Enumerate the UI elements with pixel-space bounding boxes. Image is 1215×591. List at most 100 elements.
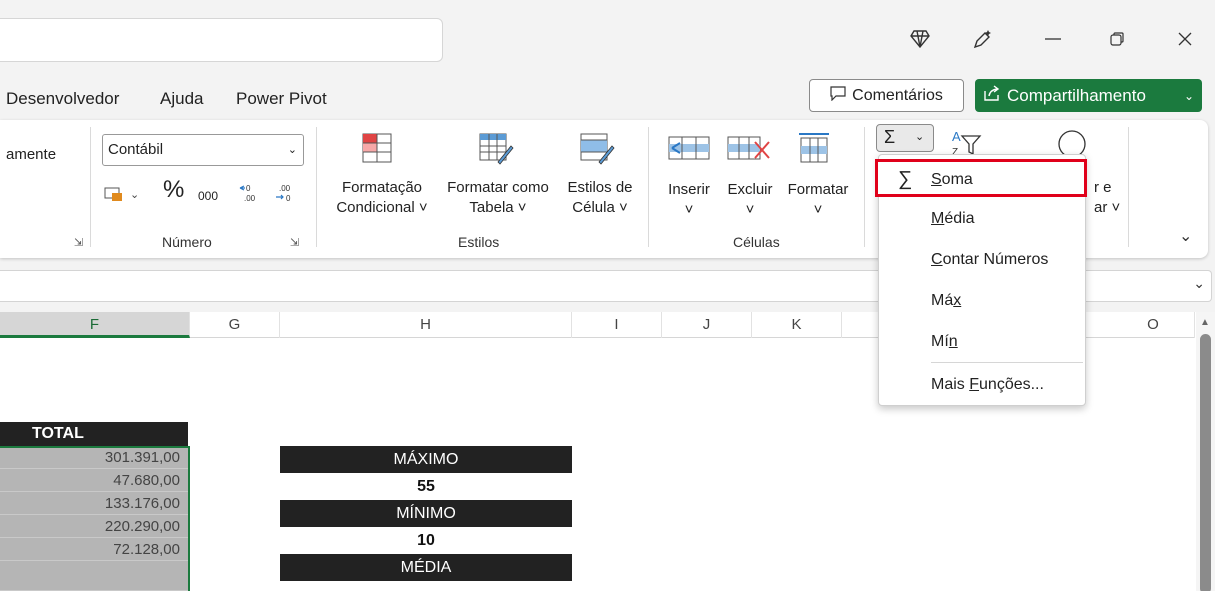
svg-text:0: 0 xyxy=(246,184,251,193)
ribbon-cut-label: amente xyxy=(6,146,57,163)
svg-text:A: A xyxy=(952,129,961,144)
format-button[interactable]: Formatar ˅ xyxy=(782,180,854,220)
min-label[interactable]: MÍNIMO xyxy=(280,500,572,527)
min-menu-label: Mín xyxy=(931,333,958,350)
thousands-button[interactable]: 000 xyxy=(198,186,218,206)
delete-cells-icon xyxy=(727,136,771,165)
total-header[interactable]: TOTAL xyxy=(0,422,188,446)
chevron-down-icon[interactable]: ⌄ xyxy=(1193,275,1205,292)
max-menu-label: Máx xyxy=(931,292,962,309)
format-table-line2: Tabela xyxy=(469,199,514,216)
collapse-ribbon-icon[interactable]: ⌄ xyxy=(1179,226,1192,246)
decrease-decimal-icon[interactable]: .00 0 xyxy=(274,182,296,207)
launcher-icon[interactable]: ⇲ xyxy=(74,236,83,249)
scroll-up-icon[interactable]: ▲ xyxy=(1200,317,1210,328)
autosum-button[interactable]: Σ ⌄ xyxy=(876,124,934,152)
delete-label: Excluir xyxy=(727,181,773,198)
restore-icon[interactable] xyxy=(1102,24,1132,54)
delete-button[interactable]: Excluir ˅ xyxy=(722,180,778,220)
insert-label: Inserir xyxy=(668,181,710,198)
cell-styles-button[interactable]: Estilos de Célula ˅ xyxy=(560,178,640,218)
menu-item-soma[interactable]: ∑ Soma xyxy=(875,159,1087,197)
share-label: Compartilhamento xyxy=(1007,85,1146,105)
group-separator xyxy=(648,127,649,247)
media-label: Média xyxy=(931,210,975,227)
cond-format-line1: Formatação xyxy=(341,179,423,196)
comment-icon xyxy=(830,85,846,106)
number-format-value: Contábil xyxy=(108,141,164,158)
menu-item-mais-funcoes[interactable]: Mais Funções... xyxy=(879,367,1085,403)
column-header-k[interactable]: K xyxy=(752,312,842,338)
group-label-celulas: Células xyxy=(733,234,780,250)
group-separator xyxy=(90,127,91,247)
cell-styles-line1: Estilos de xyxy=(567,179,633,196)
column-header-g[interactable]: G xyxy=(190,312,280,338)
column-header-i[interactable]: I xyxy=(572,312,662,338)
min-value[interactable]: 10 xyxy=(280,527,572,554)
group-label-numero: Número xyxy=(162,234,212,250)
group-separator xyxy=(864,127,865,247)
column-header-j[interactable]: J xyxy=(662,312,752,338)
title-bar xyxy=(0,0,1215,76)
launcher-icon[interactable]: ⇲ xyxy=(290,236,299,249)
sigma-icon: ∑ xyxy=(898,168,913,190)
group-label-estilos: Estilos xyxy=(458,234,500,250)
format-cells-icon xyxy=(797,132,831,167)
menu-item-max[interactable]: Máx xyxy=(879,283,1085,319)
menu-separator xyxy=(931,362,1083,363)
menu-item-contar-numeros[interactable]: Contar Números xyxy=(879,242,1085,278)
percent-button[interactable]: % xyxy=(163,178,184,202)
conditional-format-button[interactable]: Formatação Condicional ˅ xyxy=(326,178,438,218)
chevron-down-icon: ⌄ xyxy=(915,131,925,143)
share-button[interactable]: Compartilhamento ⌄ xyxy=(975,79,1202,112)
max-label[interactable]: MÁXIMO xyxy=(280,446,572,473)
format-label: Formatar xyxy=(787,181,849,198)
svg-text:.00: .00 xyxy=(279,184,291,193)
accounting-format-icon[interactable]: ⌄ xyxy=(104,185,142,206)
minimize-icon[interactable] xyxy=(1038,24,1068,54)
column-header-f[interactable]: F xyxy=(0,312,190,338)
comments-label: Comentários xyxy=(852,86,943,104)
share-icon xyxy=(983,85,1001,106)
format-table-line1: Formatar como xyxy=(447,179,549,196)
conditional-format-icon xyxy=(361,132,393,167)
cell-styles-line2: Célula xyxy=(572,199,615,216)
pen-sparkle-icon[interactable] xyxy=(968,24,998,54)
cond-format-line2: Condicional xyxy=(336,199,415,216)
comments-button[interactable]: Comentários xyxy=(809,79,964,112)
column-header-h[interactable]: H xyxy=(280,312,572,338)
chevron-down-icon: ⌄ xyxy=(287,144,297,156)
selection-border xyxy=(0,446,190,591)
cell-styles-icon xyxy=(579,132,615,169)
format-as-table-button[interactable]: Formatar como Tabela ˅ xyxy=(438,178,558,218)
stats-block: MÁXIMO 55 MÍNIMO 10 MÉDIA xyxy=(280,446,572,581)
svg-text:0: 0 xyxy=(286,194,291,203)
vertical-scrollbar[interactable]: ▲ xyxy=(1196,312,1215,591)
menu-desenvolvedor[interactable]: Desenvolvedor xyxy=(6,89,119,109)
sort-partial-2-text: ar xyxy=(1094,199,1108,216)
autosum-dropdown: ∑ Soma Média Contar Números Máx Mín Mais… xyxy=(875,154,1087,406)
menu-power-pivot[interactable]: Power Pivot xyxy=(236,89,327,109)
search-box[interactable] xyxy=(0,18,443,62)
scrollbar-thumb[interactable] xyxy=(1200,334,1211,591)
sigma-icon: Σ xyxy=(884,127,896,147)
format-as-table-icon xyxy=(478,132,514,169)
avg-label[interactable]: MÉDIA xyxy=(280,554,572,581)
diamond-icon[interactable] xyxy=(905,24,935,54)
group-separator xyxy=(316,127,317,247)
chevron-down-icon[interactable]: ⌄ xyxy=(1184,89,1194,103)
max-value[interactable]: 55 xyxy=(280,473,572,500)
menu-ajuda[interactable]: Ajuda xyxy=(160,89,203,109)
close-icon[interactable] xyxy=(1170,24,1200,54)
insert-button[interactable]: Inserir ˅ xyxy=(664,180,714,220)
mais-funcoes-label: Mais Funções... xyxy=(931,376,1044,393)
sort-label-partial: r e xyxy=(1094,179,1112,196)
increase-decimal-icon[interactable]: 0.00 xyxy=(238,182,260,207)
column-header-o[interactable]: O xyxy=(1112,312,1195,338)
menu-item-min[interactable]: Mín xyxy=(879,324,1085,360)
menu-item-media[interactable]: Média xyxy=(879,201,1085,237)
soma-label: Soma xyxy=(931,171,973,188)
insert-cells-icon xyxy=(668,136,710,163)
number-format-select[interactable]: Contábil ⌄ xyxy=(102,134,304,166)
sort-label-partial-2: ar ˅ xyxy=(1094,199,1121,216)
